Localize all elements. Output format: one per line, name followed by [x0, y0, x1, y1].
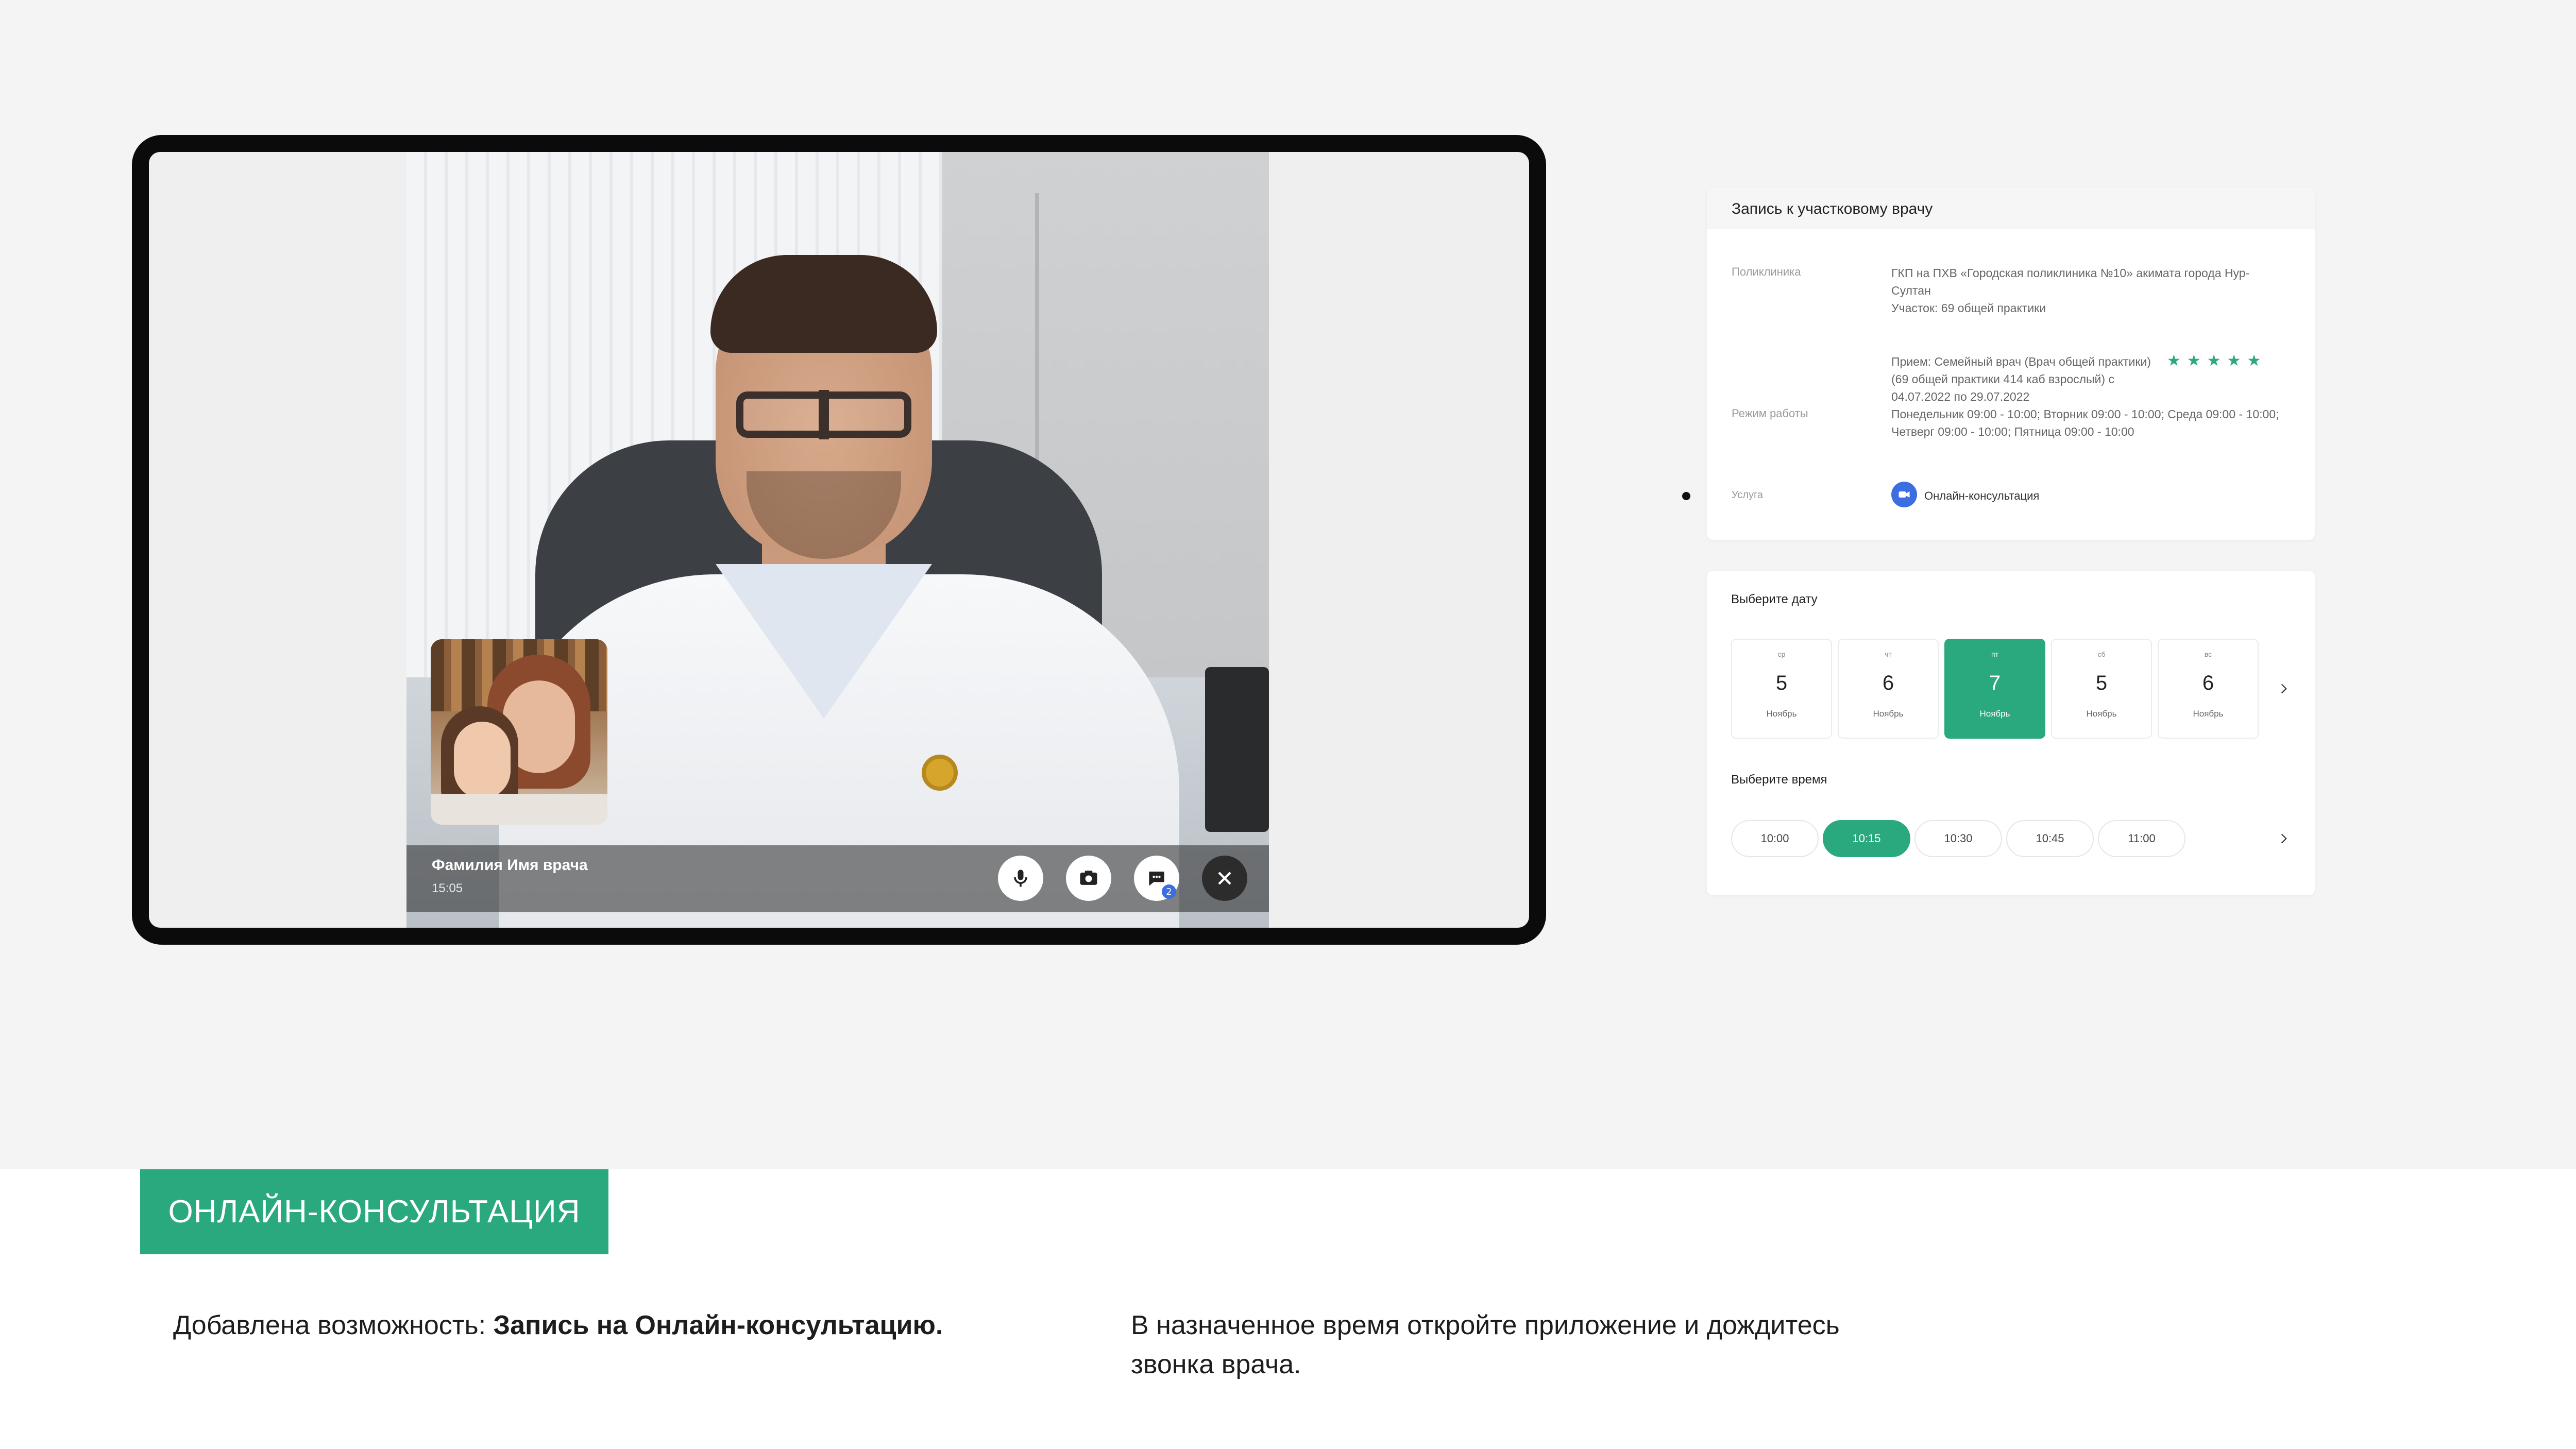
- video-camera-icon: [1891, 482, 1917, 507]
- date-tile[interactable]: вс 6 Ноябрь: [2158, 639, 2259, 739]
- camera-switch-icon: [1080, 871, 1097, 885]
- doctor-video-feed: [406, 152, 1269, 928]
- date-time-picker-card: Выберите дату ср 5 Ноябрь чт 6 Ноябрь пт…: [1707, 571, 2315, 895]
- chat-unread-badge: 2: [1162, 884, 1176, 899]
- appointment-info-card: Запись к участковому врачу Поликлиника Г…: [1707, 188, 2315, 540]
- time-slot[interactable]: 10:45: [2006, 820, 2094, 857]
- caption-left: Добавлена возможность: Запись на Онлайн-…: [173, 1310, 943, 1340]
- chat-button[interactable]: 2: [1134, 856, 1179, 901]
- date-picker-title: Выберите дату: [1731, 592, 1818, 606]
- schedule-label: Режим работы: [1732, 407, 1808, 420]
- bullet-marker: [1682, 492, 1690, 500]
- end-call-button[interactable]: [1202, 856, 1247, 901]
- district-value: Участок: 69 общей практики: [1891, 301, 2046, 315]
- schedule-value: Понедельник 09:00 - 10:00; Вторник 09:00…: [1891, 407, 2279, 438]
- caption-right: В назначенное время откройте приложение …: [1131, 1310, 1840, 1379]
- rating-stars: ★★★★★: [2167, 352, 2267, 369]
- microphone-button[interactable]: [998, 856, 1043, 901]
- video-call-screen: Фамилия Имя врача 15:05 2: [149, 152, 1529, 928]
- feature-banner: ОНЛАЙН-КОНСУЛЬТАЦИЯ: [140, 1169, 608, 1254]
- card-title: Запись к участковому врачу: [1732, 200, 1933, 217]
- chevron-right-icon: [2281, 684, 2287, 694]
- tablet-frame: Фамилия Имя врача 15:05 2: [132, 135, 1546, 945]
- time-picker-title: Выберите время: [1731, 773, 1827, 787]
- microphone-icon: [1014, 870, 1027, 887]
- dates-next-button[interactable]: [2274, 678, 2294, 699]
- reception-value: Прием: Семейный врач (Врач общей практик…: [1891, 355, 2151, 403]
- call-control-bar: Фамилия Имя врача 15:05 2: [406, 845, 1269, 912]
- call-time: 15:05: [432, 881, 463, 895]
- time-slot[interactable]: 10:30: [1914, 820, 2002, 857]
- times-next-button[interactable]: [2274, 828, 2294, 849]
- chevron-right-icon: [2281, 833, 2287, 844]
- date-tile[interactable]: сб 5 Ноябрь: [2051, 639, 2152, 739]
- service-label: Услуга: [1732, 489, 1764, 501]
- time-slot[interactable]: 10:00: [1731, 820, 1819, 857]
- date-tile[interactable]: ср 5 Ноябрь: [1731, 639, 1832, 739]
- close-icon: [1218, 872, 1231, 885]
- time-slot-selected[interactable]: 10:15: [1823, 820, 1910, 857]
- clinic-value: ГКП на ПХВ «Городская поликлиника №10» а…: [1891, 266, 2250, 297]
- service-value[interactable]: Онлайн-консультация: [1924, 489, 2039, 503]
- clinic-label: Поликлиника: [1732, 265, 1801, 278]
- camera-switch-button[interactable]: [1066, 856, 1111, 901]
- card-header: Запись к участковому врачу: [1707, 188, 2315, 229]
- date-tile-selected[interactable]: пт 7 Ноябрь: [1944, 639, 2045, 739]
- banner-text: ОНЛАЙН-КОНСУЛЬТАЦИЯ: [168, 1194, 581, 1230]
- time-slot[interactable]: 11:00: [2098, 820, 2185, 857]
- date-tile[interactable]: чт 6 Ноябрь: [1838, 639, 1939, 739]
- self-camera-preview[interactable]: [431, 639, 607, 825]
- caller-name: Фамилия Имя врача: [432, 857, 588, 874]
